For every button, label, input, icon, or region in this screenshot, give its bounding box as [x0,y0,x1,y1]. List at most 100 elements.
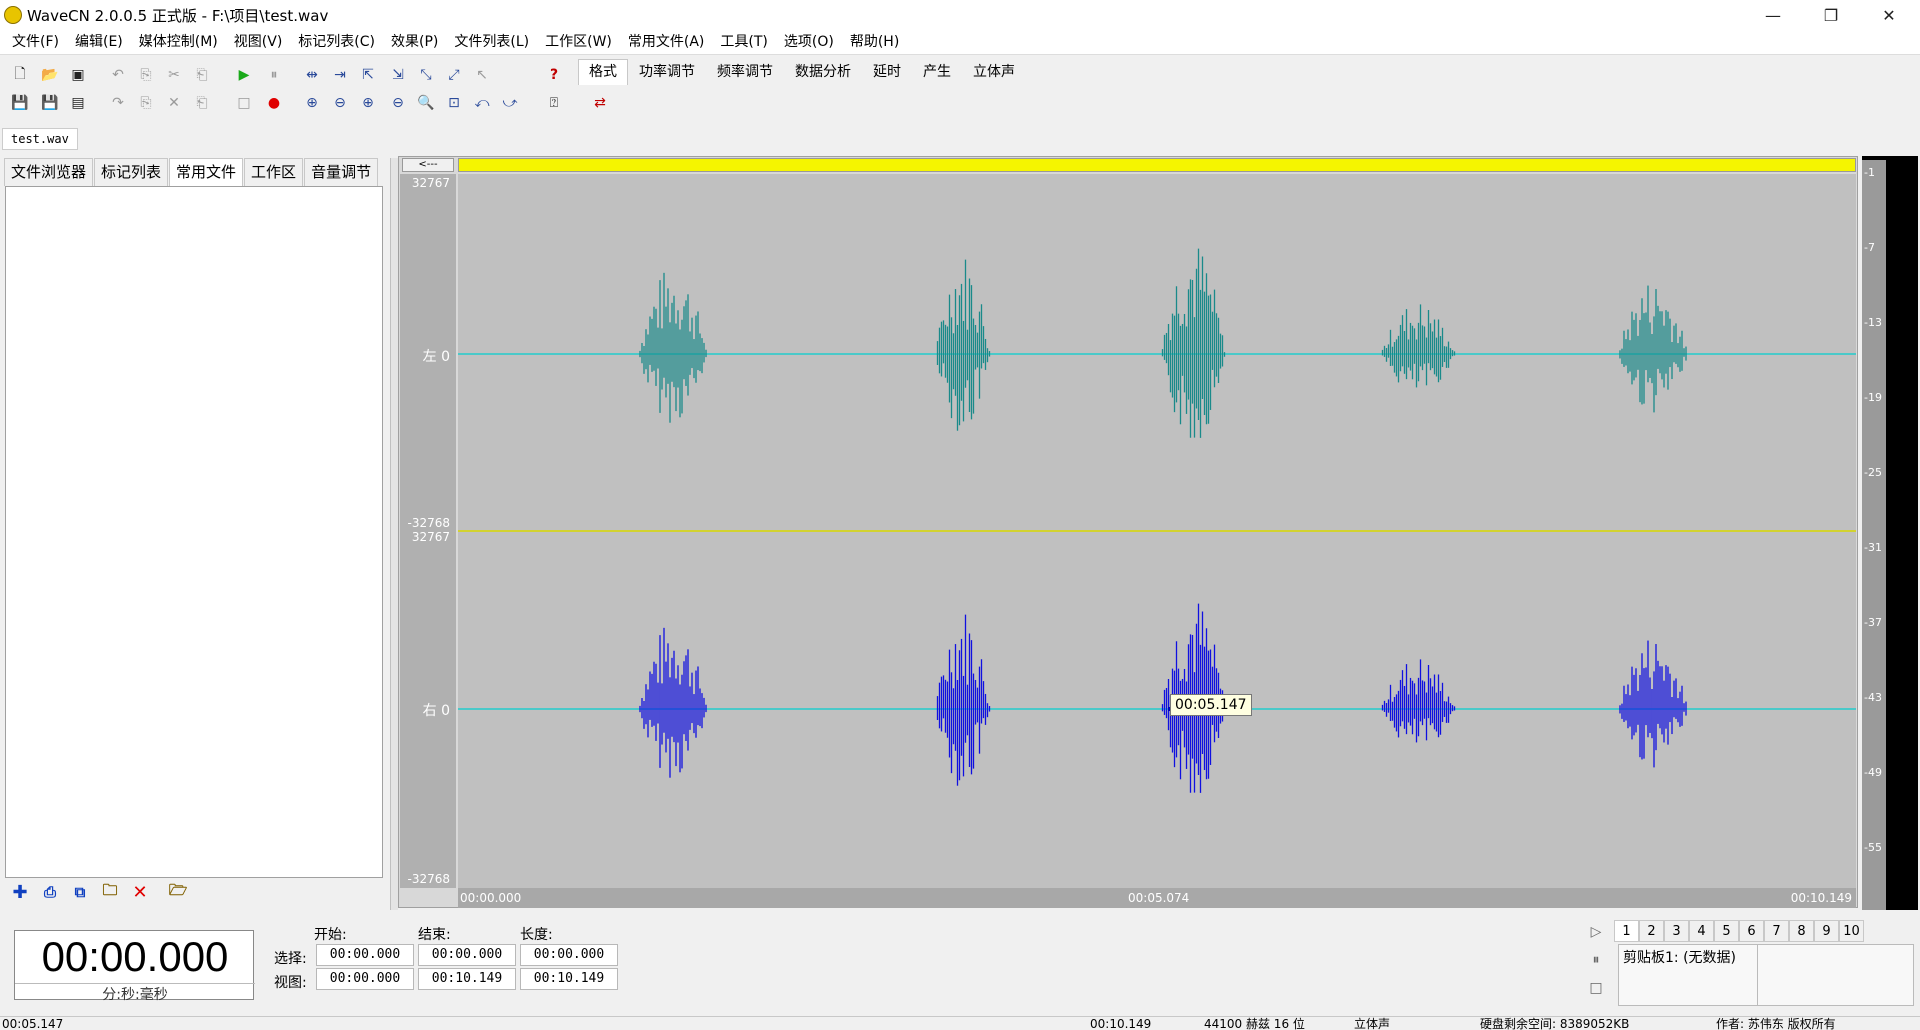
clipboard-tab[interactable]: 9 [1814,920,1839,942]
select-cursor-icon[interactable]: ↖ [470,63,494,87]
selection-end-field[interactable]: 00:00.000 [418,944,516,966]
tab-workspace[interactable]: 工作区 [244,158,304,186]
selection-length-field[interactable]: 00:00.000 [520,944,618,966]
record-icon[interactable]: ● [262,91,286,115]
add-folder-icon[interactable]: 🗀 [98,880,122,904]
clipboard-pause-icon[interactable]: ⏸ [1586,952,1606,972]
tab-power-adjust[interactable]: 功率调节 [628,59,706,85]
close-button[interactable]: ✕ [1860,0,1918,30]
play-icon[interactable]: ▶ [232,63,256,87]
view-start-field[interactable]: 00:00.000 [316,968,414,990]
menu-options[interactable]: 选项(O) [776,30,842,54]
menu-media-control[interactable]: 媒体控制(M) [131,30,226,54]
panel-splitter[interactable] [390,158,398,910]
menu-file[interactable]: 文件(F) [4,30,67,54]
menu-edit[interactable]: 编辑(E) [67,30,131,54]
undo-icon[interactable]: ↶ [106,63,130,87]
menu-marker-list[interactable]: 标记列表(C) [290,30,383,54]
file-tab[interactable]: test.wav [2,128,78,150]
tab-delay[interactable]: 延时 [862,59,912,85]
meter-label: -1 [1864,166,1875,179]
context-help-icon[interactable]: ⍰ [542,91,566,115]
menu-frequent-files[interactable]: 常用文件(A) [620,30,713,54]
clipboard-tab[interactable]: 4 [1689,920,1714,942]
tab-file-browser[interactable]: 文件浏览器 [4,158,94,186]
open-folder-icon[interactable]: 🗁 [166,880,190,904]
close-file-icon[interactable]: ▣ [66,63,90,87]
left-channel-waveform [639,248,1687,438]
remove-icon[interactable]: ✕ [128,880,152,904]
save-all-icon[interactable]: ▤ [66,91,90,115]
waveform-plot[interactable] [458,174,1856,888]
tab-data-analysis[interactable]: 数据分析 [784,59,862,85]
tab-frequency-adjust[interactable]: 频率调节 [706,59,784,85]
redo-icon[interactable]: ↷ [106,91,130,115]
select-start-icon[interactable]: ⇱ [356,63,380,87]
zoom-left-icon[interactable]: ⤺ [470,91,494,115]
tab-format[interactable]: 格式 [578,59,628,85]
clipboard-tab[interactable]: 10 [1839,920,1864,942]
paste-to-icon[interactable]: ⎗ [190,63,214,87]
clipboard-stop-icon[interactable]: □ [1586,980,1606,1000]
copy-icon[interactable]: ⎘ [134,91,158,115]
select-all-icon[interactable]: ⇹ [300,63,324,87]
paste-icon[interactable]: ⎗ [190,91,214,115]
pause-icon[interactable]: ⏸ [262,63,286,87]
tab-generate[interactable]: 产生 [912,59,962,85]
add-icon[interactable]: ✚ [8,880,32,904]
zoom-out-icon[interactable]: ⊖ [386,91,410,115]
function-tabs: 格式 功率调节 频率调节 数据分析 延时 产生 立体声 [578,59,1026,85]
clipboard-tab[interactable]: 8 [1789,920,1814,942]
minimize-button[interactable]: — [1744,0,1802,30]
save-icon[interactable]: 💾 [8,91,32,115]
select-left-icon[interactable]: ⤢ [442,63,466,87]
tab-marker-list[interactable]: 标记列表 [94,158,169,186]
select-view-icon[interactable]: ⤡ [414,63,438,87]
clipboard-tab[interactable]: 7 [1764,920,1789,942]
meter-label: -13 [1864,316,1882,329]
clipboard-tab[interactable]: 2 [1639,920,1664,942]
new-file-icon[interactable]: 🗋 [8,63,32,87]
save-as-icon[interactable]: 💾 [38,91,62,115]
clipboard-tab[interactable]: 3 [1664,920,1689,942]
waveform-canvas[interactable] [458,174,1856,888]
clipboard-tab[interactable]: 6 [1739,920,1764,942]
stop-icon[interactable]: □ [232,91,256,115]
scroll-left-button[interactable]: <--- [402,158,454,172]
menu-effects[interactable]: 效果(P) [383,30,446,54]
selection-start-field[interactable]: 00:00.000 [316,944,414,966]
menu-workspace[interactable]: 工作区(W) [537,30,620,54]
menu-tools[interactable]: 工具(T) [712,30,775,54]
copy-file-icon[interactable]: ⧉ [68,880,92,904]
tab-frequent-files[interactable]: 常用文件 [169,158,244,186]
restore-button[interactable]: ❐ [1802,0,1860,30]
cut-icon[interactable]: ✂ [162,63,186,87]
zoom-right-icon[interactable]: ⤻ [498,91,522,115]
clipboard-tab[interactable]: 1 [1614,920,1639,942]
view-end-field[interactable]: 00:10.149 [418,968,516,990]
clipboard-tab[interactable]: 5 [1714,920,1739,942]
zoom-fit-icon[interactable]: 🔍 [414,91,438,115]
select-end-icon[interactable]: ⇲ [386,63,410,87]
zoom-in-icon[interactable]: ⊕ [356,91,380,115]
menu-help[interactable]: 帮助(H) [842,30,907,54]
frequent-files-list[interactable] [5,186,383,878]
clipboard-play-icon[interactable]: ▷ [1586,924,1606,944]
zoom-selection-icon[interactable]: ⊡ [442,91,466,115]
tab-volume-adjust[interactable]: 音量调节 [304,158,379,186]
overview-bar[interactable] [458,158,1856,172]
format-convert-icon[interactable]: ⇄ [588,91,612,115]
tab-stereo[interactable]: 立体声 [962,59,1026,85]
title-bar: WaveCN 2.0.0.5 正式版 - F:\项目\test.wav — ❐ … [0,0,1920,30]
view-length-field[interactable]: 00:10.149 [520,968,618,990]
zoom-in-horizontal-icon[interactable]: ⊕ [300,91,324,115]
copy-to-icon[interactable]: ⎘ [134,63,158,87]
open-folder-icon[interactable]: 📂 [38,63,62,87]
help-icon[interactable]: ? [542,63,566,87]
delete-icon[interactable]: ✕ [162,91,186,115]
zoom-out-horizontal-icon[interactable]: ⊖ [328,91,352,115]
add-file-icon[interactable]: ⎙ [38,880,62,904]
menu-file-list[interactable]: 文件列表(L) [446,30,537,54]
select-range-icon[interactable]: ⇥ [328,63,352,87]
menu-view[interactable]: 视图(V) [226,30,291,54]
